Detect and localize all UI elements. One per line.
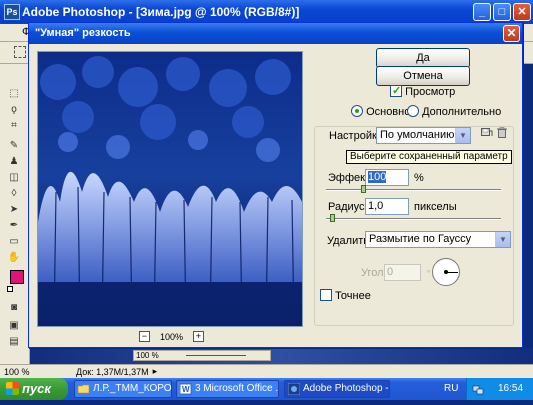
network-icon[interactable] (472, 383, 484, 395)
more-accurate-checkbox[interactable] (320, 289, 332, 301)
amount-slider-track[interactable] (326, 189, 501, 191)
default-colors-icon[interactable] (7, 286, 13, 292)
dialog-title: "Умная" резкость (35, 27, 131, 39)
angle-dial-center (444, 270, 448, 274)
preview-checkbox[interactable] (390, 84, 402, 97)
angle-label: Угол: (361, 267, 387, 279)
status-arrow-icon[interactable]: ▸ (153, 366, 158, 377)
photoshop-titlebar: Ps Adobe Photoshop - [Зима.jpg @ 100% (R… (0, 0, 533, 24)
path-selection-icon[interactable]: ➤ (7, 204, 21, 216)
close-button[interactable]: ✕ (513, 3, 531, 21)
photoshop-window-title: Adobe Photoshop - [Зима.jpg @ 100% (RGB/… (22, 5, 300, 19)
lasso-tool-icon[interactable]: ϙ (7, 104, 21, 116)
radius-unit: пикселы (414, 201, 457, 213)
status-doc-size: Док: 1,37M/1,37M (76, 366, 149, 377)
taskbar-item-label: Adobe Photoshop - [... (303, 383, 389, 394)
notes-tool-icon[interactable]: ▭ (7, 236, 21, 248)
quickmask-mode-icon[interactable]: ◙ (7, 302, 21, 314)
radius-slider-track[interactable] (326, 218, 501, 220)
zoom-out-button[interactable]: − (139, 331, 150, 342)
svg-text:W: W (182, 385, 190, 394)
more-accurate-label: Точнее (335, 290, 371, 302)
mode-basic-radio[interactable] (351, 105, 363, 117)
taskbar-item-office[interactable]: W 3 Microsoft Office ... (176, 380, 279, 398)
stamp-tool-icon[interactable]: ♟ (7, 156, 21, 168)
save-settings-icon[interactable] (481, 127, 493, 138)
taskbar-item-label: Л.Р._ТММ_КОРОТАЕВ (93, 383, 172, 394)
taskbar-item-photoshop[interactable]: Adobe Photoshop - [... (284, 380, 390, 398)
chevron-down-icon[interactable]: ▼ (495, 232, 510, 247)
dialog-close-button[interactable]: ✕ (503, 25, 520, 42)
preview-zoom-controls: − 100% + (139, 331, 205, 342)
maximize-button[interactable]: □ (493, 3, 511, 21)
remove-dropdown-value: Размытие по Гауссу (369, 233, 472, 245)
angle-dial (432, 258, 460, 286)
folder-icon (78, 384, 90, 394)
preview-label: Просмотр (405, 86, 456, 98)
eraser-tool-icon[interactable]: ◫ (7, 172, 21, 184)
preview-image[interactable] (38, 52, 302, 326)
taskbar-item-label: 3 Microsoft Office ... (195, 383, 279, 394)
zoom-in-button[interactable]: + (193, 331, 205, 342)
mode-advanced-radio-row[interactable]: Дополнительно (407, 105, 501, 118)
hand-tool-icon[interactable]: ✋ (7, 252, 21, 264)
imageready-icon[interactable]: ▤ (7, 336, 21, 348)
navigator-zoom: 100 % (136, 351, 159, 360)
windows-taskbar: пуск Л.Р._ТММ_КОРОТАЕВ W 3 Microsoft Off… (0, 378, 533, 400)
amount-input[interactable]: 100 (365, 169, 409, 186)
navigator-slider[interactable] (186, 355, 246, 356)
settings-dropdown[interactable]: По умолчанию ▼ (376, 127, 471, 144)
zoom-level: 100% (160, 331, 184, 342)
preview-checkbox-row[interactable]: Просмотр (390, 84, 456, 98)
radius-input-value: 1,0 (368, 200, 384, 212)
smart-sharpen-dialog: "Умная" резкость ✕ − 100% + Да Отмена ✓ … (28, 22, 523, 348)
photoshop-icon (288, 383, 300, 395)
clock[interactable]: 16:54 (498, 378, 523, 400)
status-zoom: 100 % (4, 366, 30, 377)
marquee-tool-icon[interactable] (14, 46, 26, 58)
minimize-button[interactable]: _ (473, 3, 491, 21)
remove-dropdown[interactable]: Размытие по Гауссу ▼ (365, 231, 511, 248)
mode-advanced-radio[interactable] (407, 105, 419, 117)
amount-unit: % (414, 172, 424, 184)
language-indicator[interactable]: RU (444, 378, 458, 400)
dialog-titlebar: "Умная" резкость ✕ (29, 23, 522, 44)
radius-input[interactable]: 1,0 (365, 198, 409, 215)
start-button[interactable]: пуск (0, 378, 68, 400)
healing-tool-icon[interactable]: ✎ (7, 140, 21, 152)
angle-input-value: 0 (387, 266, 394, 278)
radius-slider-thumb[interactable] (329, 214, 335, 222)
start-label: пуск (22, 381, 51, 396)
cancel-button[interactable]: Отмена (376, 66, 470, 86)
degree-icon: ° (427, 269, 431, 278)
word-icon: W (180, 383, 192, 395)
photoshop-toolbox: ⬚ ϙ ⌗ ✎ ♟ ◫ ◊ ➤ ✒ ▭ ✋ ◙ ▣ ▤ (0, 64, 30, 364)
angle-input: 0 (384, 264, 421, 281)
navigator-strip: 100 % (133, 350, 271, 361)
marquee-tool-icon[interactable]: ⬚ (7, 88, 21, 100)
system-tray: 16:54 (466, 378, 533, 400)
mode-advanced-label: Дополнительно (422, 106, 502, 118)
delete-settings-icon[interactable] (497, 127, 507, 138)
screen-mode-icon[interactable]: ▣ (7, 320, 21, 332)
blur-tool-icon[interactable]: ◊ (7, 188, 21, 200)
settings-tooltip: Выберите сохраненный параметр (346, 150, 512, 164)
more-accurate-row[interactable]: Точнее (320, 289, 371, 302)
document-canvas (30, 348, 533, 364)
amount-input-value: 100 (368, 171, 387, 183)
settings-dropdown-value: По умолчанию (380, 129, 455, 141)
photoshop-app-icon[interactable]: Ps (4, 4, 20, 20)
taskbar-item-folder[interactable]: Л.Р._ТММ_КОРОТАЕВ (74, 380, 172, 398)
preview-area[interactable] (37, 51, 303, 327)
foreground-color-swatch[interactable] (10, 270, 24, 284)
crop-tool-icon[interactable]: ⌗ (7, 120, 21, 132)
chevron-down-icon[interactable]: ▼ (455, 128, 470, 143)
radius-label: Радиус: (328, 201, 368, 213)
ok-button[interactable]: Да (376, 48, 470, 68)
amount-slider-thumb[interactable] (361, 185, 366, 193)
photoshop-statusbar: 100 % Док: 1,37M/1,37M ▸ (0, 364, 533, 378)
windows-logo-icon (6, 382, 19, 395)
pen-tool-icon[interactable]: ✒ (7, 220, 21, 232)
